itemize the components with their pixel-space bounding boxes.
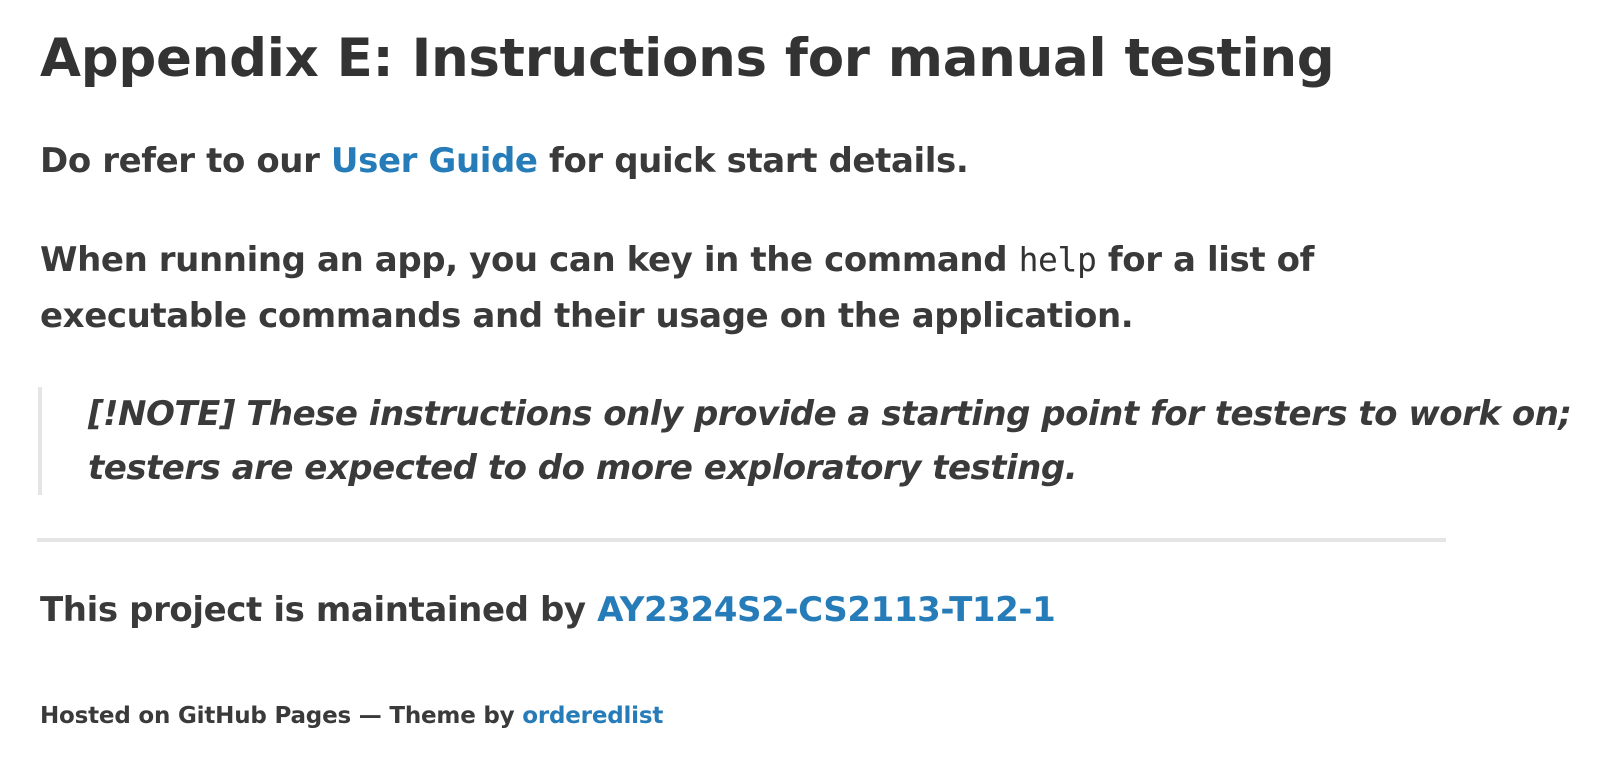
usage-text-before: When running an app, you can key in the …	[40, 240, 1019, 280]
note-blockquote: [!NOTE] These instructions only provide …	[38, 387, 1572, 495]
page-title: Appendix E: Instructions for manual test…	[40, 28, 1335, 89]
note-line-1: [!NOTE] These instructions only provide …	[88, 394, 1572, 434]
note-line-2: testers are expected to do more explorat…	[88, 448, 1078, 488]
footer-divider	[37, 538, 1446, 542]
usage-text-after: for a list of	[1096, 240, 1315, 280]
intro-paragraph: Do refer to our User Guide for quick sta…	[40, 133, 969, 189]
hosted-prefix: Hosted on GitHub Pages — Theme by	[40, 703, 523, 729]
theme-link[interactable]: orderedlist	[522, 703, 663, 729]
user-guide-link[interactable]: User Guide	[331, 141, 538, 181]
intro-text-after: for quick start details.	[537, 141, 969, 181]
maintainer-line: This project is maintained by AY2324S2-C…	[40, 590, 1056, 630]
note-text: [!NOTE] These instructions only provide …	[88, 387, 1572, 495]
maintainer-prefix: This project is maintained by	[40, 590, 598, 630]
intro-text-before: Do refer to our	[40, 141, 331, 181]
help-command-code: help	[1018, 240, 1097, 279]
usage-text-line2: executable commands and their usage on t…	[40, 296, 1134, 336]
maintainer-link[interactable]: AY2324S2-CS2113-T12-1	[597, 590, 1056, 630]
usage-paragraph: When running an app, you can key in the …	[40, 232, 1314, 344]
hosted-line: Hosted on GitHub Pages — Theme by ordere…	[40, 703, 663, 729]
